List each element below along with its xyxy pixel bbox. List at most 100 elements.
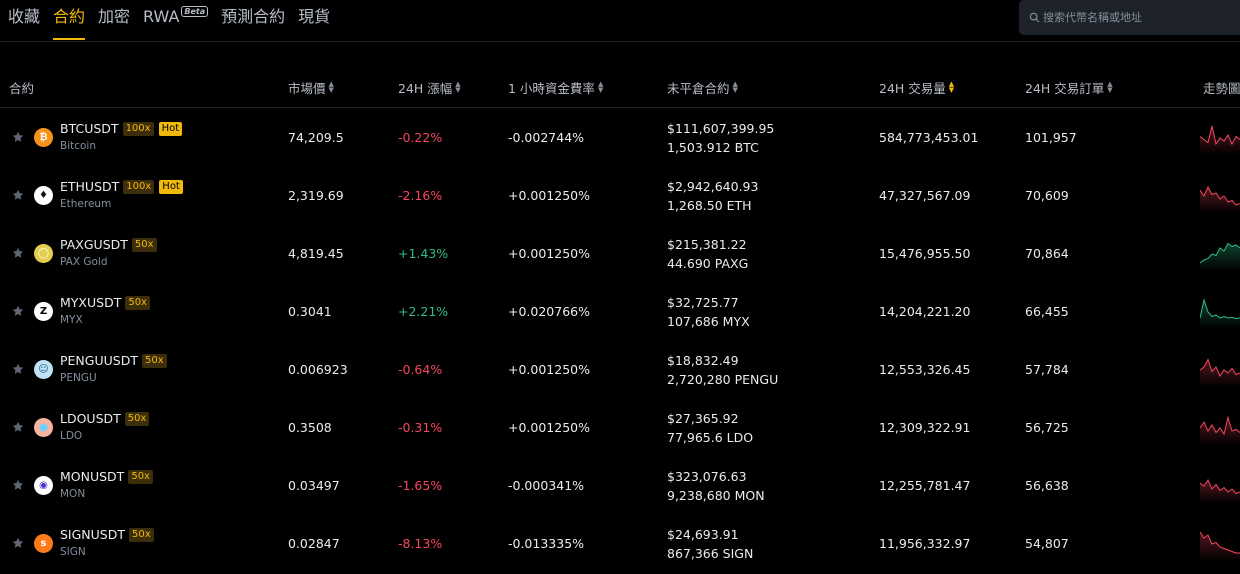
leverage-badge: 100x — [122, 121, 154, 136]
symbol[interactable]: BTCUSDT 100x Hot — [60, 121, 183, 136]
coin-name: SIGN — [60, 546, 86, 558]
star-icon[interactable] — [12, 421, 24, 433]
symbol[interactable]: PENGUUSDT 50x — [60, 353, 167, 368]
funding-rate: +0.001250% — [508, 188, 590, 203]
column-orders[interactable]: 24H 交易訂單 ▲ ▼ — [1025, 78, 1113, 97]
search-box[interactable] — [1019, 0, 1240, 35]
open-interest-usd: $24,693.91 — [667, 527, 739, 542]
symbol-label: LDOUSDT — [60, 411, 121, 426]
monad-icon: ◉ — [34, 476, 53, 495]
symbol[interactable]: SIGNUSDT 50x — [60, 527, 154, 542]
column-price[interactable]: 市場價 ▲ ▼ — [288, 78, 334, 97]
table-row[interactable]: ♦ ETHUSDT 100x Hot Ethereum 2,319.69 -2.16% +0.… — [0, 167, 1240, 225]
table-row[interactable]: ● LDOUSDT 50x LDO 0.3508 -0.31% +0.001250% $27,… — [0, 399, 1240, 457]
change-24h: +1.43% — [398, 246, 449, 261]
column-change[interactable]: 24H 漲幅 ▲ ▼ — [398, 78, 461, 97]
sort-icon: ▲ ▼ — [597, 80, 604, 94]
table-row[interactable]: ☺ PENGUUSDT 50x PENGU 0.006923 -0.64% +0.00125… — [0, 341, 1240, 399]
table-row[interactable]: Z MYXUSDT 50x MYX 0.3041 +2.21% +0.020766% $32,… — [0, 283, 1240, 341]
market-price: 0.3041 — [288, 304, 332, 319]
market-price: 0.3508 — [288, 420, 332, 435]
star-icon[interactable] — [12, 305, 24, 317]
open-interest-coin: 44.690 PAXG — [667, 256, 749, 271]
funding-rate: -0.002744% — [508, 130, 585, 145]
market-price: 2,319.69 — [288, 188, 344, 203]
funding-rate: -0.000341% — [508, 478, 585, 493]
market-tabs: 收藏 合約 加密 RWA Beta 預測合約 現貨 — [8, 6, 343, 40]
column-open-interest[interactable]: 未平倉合約 ▲ ▼ — [667, 78, 738, 97]
coin-name: PENGU — [60, 372, 97, 384]
star-icon[interactable] — [12, 131, 24, 143]
open-interest-coin: 1,268.50 ETH — [667, 198, 752, 213]
ethereum-icon: ♦ — [34, 186, 53, 205]
sort-icon: ▲ ▼ — [328, 80, 334, 94]
change-24h: -8.13% — [398, 536, 443, 551]
funding-rate: +0.001250% — [508, 362, 590, 377]
leverage-badge: 50x — [141, 353, 167, 368]
open-interest-usd: $111,607,399.95 — [667, 121, 775, 136]
star-icon[interactable] — [12, 363, 24, 375]
tab-prediction-futures[interactable]: 預測合約 — [221, 6, 285, 40]
leverage-badge: 50x — [129, 527, 154, 542]
symbol[interactable]: PAXGUSDT 50x — [60, 237, 157, 252]
star-icon[interactable] — [12, 537, 24, 549]
sparkline-chart — [1200, 415, 1240, 445]
orders-24h: 70,609 — [1025, 188, 1069, 203]
column-funding-rate[interactable]: 1 小時資金費率 ▲ ▼ — [508, 78, 603, 97]
funding-rate: -0.013335% — [508, 536, 585, 551]
star-icon[interactable] — [12, 479, 24, 491]
tab-rwa[interactable]: RWA Beta — [143, 6, 209, 40]
tab-crypto[interactable]: 加密 — [98, 6, 130, 40]
change-24h: -0.64% — [398, 362, 443, 377]
tab-rwa-label: RWA — [143, 7, 180, 26]
volume-24h: 15,476,955.50 — [879, 246, 971, 261]
sparkline-chart — [1200, 531, 1240, 561]
star-icon[interactable] — [12, 247, 24, 259]
table-header: 合約 市場價 ▲ ▼ 24H 漲幅 ▲ ▼ 1 小時資金費率 ▲ ▼ 未平倉合約 ▲ ▼ 24H… — [0, 64, 1240, 108]
symbol[interactable]: MONUSDT 50x — [60, 469, 153, 484]
leverage-badge: 50x — [131, 237, 157, 252]
hot-badge: Hot — [158, 121, 183, 136]
tab-spot[interactable]: 現貨 — [298, 6, 330, 40]
orders-24h: 70,864 — [1025, 246, 1069, 261]
symbol[interactable]: LDOUSDT 50x — [60, 411, 150, 426]
market-price: 4,819.45 — [288, 246, 344, 261]
tab-favorites[interactable]: 收藏 — [8, 6, 40, 40]
symbol[interactable]: ETHUSDT 100x Hot — [60, 179, 183, 194]
open-interest-coin: 9,238,680 MON — [667, 488, 765, 503]
table-row[interactable]: ◯ PAXGUSDT 50x PAX Gold 4,819.45 +1.43% +0.001… — [0, 225, 1240, 283]
open-interest-usd: $215,381.22 — [667, 237, 747, 252]
ldo-icon: ● — [34, 418, 53, 437]
search-icon — [1029, 12, 1040, 23]
myx-icon: Z — [34, 302, 53, 321]
star-icon[interactable] — [12, 189, 24, 201]
coin-name: PAX Gold — [60, 256, 108, 268]
sparkline-chart — [1200, 185, 1240, 213]
change-24h: -2.16% — [398, 188, 443, 203]
open-interest-usd: $2,942,640.93 — [667, 179, 759, 194]
funding-rate: +0.001250% — [508, 246, 590, 261]
sparkline-chart — [1200, 242, 1240, 271]
open-interest-coin: 77,965.6 LDO — [667, 430, 754, 445]
sort-icon: ▲ ▼ — [732, 80, 738, 94]
sparkline-chart — [1200, 358, 1240, 387]
table-row[interactable]: ◉ MONUSDT 50x MON 0.03497 -1.65% -0.000341% $32… — [0, 457, 1240, 515]
funding-rate: +0.020766% — [508, 304, 590, 319]
symbol[interactable]: MYXUSDT 50x — [60, 295, 150, 310]
open-interest-usd: $18,832.49 — [667, 353, 739, 368]
sign-icon: s — [34, 534, 53, 553]
hot-badge: Hot — [159, 179, 183, 194]
table-row[interactable]: s SIGNUSDT 50x SIGN 0.02847 -8.13% -0.013335% $… — [0, 515, 1240, 573]
coin-name: MYX — [60, 314, 83, 326]
column-volume[interactable]: 24H 交易量 ▲ ▼ — [879, 78, 954, 97]
tab-futures[interactable]: 合約 — [53, 6, 86, 40]
search-input[interactable] — [1043, 11, 1240, 24]
table-row[interactable]: ₿ BTCUSDT 100x Hot Bitcoin 74,209.5 -0.22% -0.0… — [0, 109, 1240, 167]
change-24h: -1.65% — [398, 478, 443, 493]
orders-24h: 57,784 — [1025, 362, 1069, 377]
open-interest-usd: $323,076.63 — [667, 469, 747, 484]
volume-24h: 11,956,332.97 — [879, 536, 971, 551]
orders-24h: 56,725 — [1025, 420, 1069, 435]
pengu-icon: ☺ — [34, 360, 53, 379]
open-interest-coin: 107,686 MYX — [667, 314, 750, 329]
